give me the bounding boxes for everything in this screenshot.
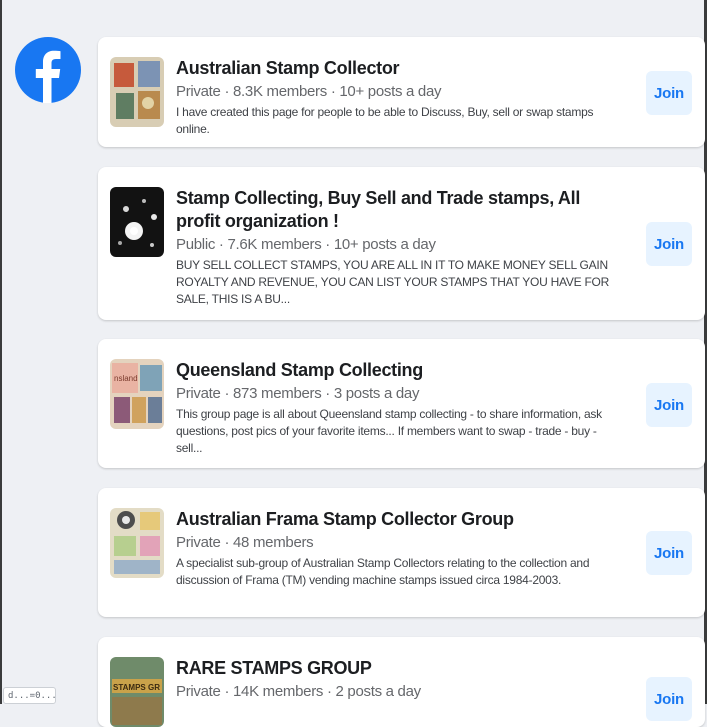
join-button[interactable]: Join <box>646 531 692 575</box>
group-cover-image <box>110 57 164 127</box>
group-meta: Private · 14K members · 2 posts a day <box>176 683 421 700</box>
group-meta: Public · 7.6K members · 10+ posts a day <box>176 236 436 253</box>
window-frame-left <box>0 0 2 704</box>
group-name-link[interactable]: Stamp Collecting, Buy Sell and Trade sta… <box>176 187 625 233</box>
group-description: I have created this page for people to b… <box>176 105 594 136</box>
group-description: A specialist sub-group of Australian Sta… <box>176 556 590 587</box>
group-name-link[interactable]: Queensland Stamp Collecting <box>176 359 625 382</box>
join-button[interactable]: Join <box>646 71 692 115</box>
group-name-link[interactable]: Australian Frama Stamp Collector Group <box>176 508 625 531</box>
group-cover-image <box>110 187 164 257</box>
group-meta: Private · 48 members <box>176 534 314 551</box>
group-description: BUY SELL COLLECT STAMPS, YOU ARE ALL IN … <box>176 258 610 306</box>
status-chip: d...=0... <box>3 687 57 704</box>
svg-text:nsland: nsland <box>114 374 138 383</box>
facebook-logo-icon[interactable] <box>15 37 81 103</box>
group-card[interactable]: nsland Queensland Stamp Collecting Priva… <box>98 339 705 468</box>
group-name-link[interactable]: Australian Stamp Collector <box>176 57 625 80</box>
group-card[interactable]: Stamp Collecting, Buy Sell and Trade sta… <box>98 167 705 320</box>
group-cover-image: nsland <box>110 359 164 429</box>
join-button[interactable]: Join <box>646 677 692 721</box>
group-card[interactable]: STAMPS GR RARE STAMPS GROUP Private · 14… <box>98 637 705 727</box>
join-button[interactable]: Join <box>646 222 692 266</box>
group-cover-image: STAMPS GR <box>110 657 164 727</box>
group-card[interactable]: Australian Frama Stamp Collector Group P… <box>98 488 705 617</box>
group-card[interactable]: Australian Stamp Collector Private · 8.3… <box>98 37 705 147</box>
join-button[interactable]: Join <box>646 383 692 427</box>
group-meta: Private · 8.3K members · 10+ posts a day <box>176 83 442 100</box>
svg-text:STAMPS GR: STAMPS GR <box>113 683 160 692</box>
group-description: This group page is all about Queensland … <box>176 407 602 455</box>
group-meta: Private · 873 members · 3 posts a day <box>176 385 420 402</box>
group-cover-image <box>110 508 164 578</box>
group-name-link[interactable]: RARE STAMPS GROUP <box>176 657 625 680</box>
